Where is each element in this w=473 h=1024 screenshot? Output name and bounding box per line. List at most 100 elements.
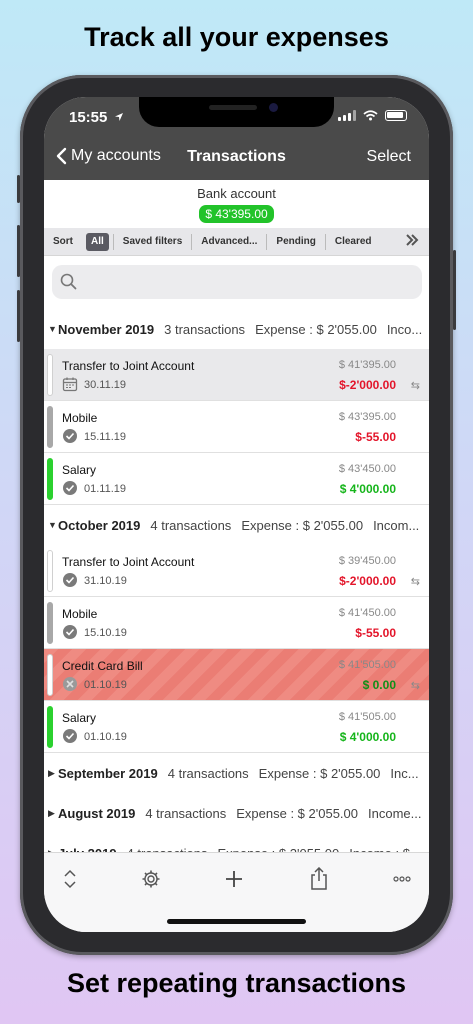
category-color-bar (47, 654, 53, 696)
transaction-date: 31.10.19 (84, 575, 127, 587)
group-header-september[interactable]: ▶ September 2019 4 transactions Expense … (44, 753, 429, 793)
transaction-date: 15.11.19 (84, 431, 127, 443)
transaction-name: Salary (62, 463, 97, 477)
status-time: 15:55 (69, 109, 124, 126)
transaction-row[interactable]: Mobile 15.11.19 $ 43'395.00 $-55.00 (44, 401, 429, 453)
home-indicator[interactable] (167, 919, 306, 924)
running-balance: $ 41'505.00 (338, 711, 396, 723)
transaction-amount: $-2'000.00 (339, 574, 396, 588)
transaction-row[interactable]: Transfer to Joint Account 31.10.19 $ 39'… (44, 545, 429, 597)
transaction-amount: $ 4'000.00 (339, 730, 396, 744)
category-color-bar (47, 354, 53, 396)
account-header: Bank account $ 43'395.00 (44, 180, 429, 228)
group-count: 4 transactions (150, 517, 232, 533)
transaction-name: Transfer to Joint Account (62, 359, 195, 373)
checkmark-circle-icon (63, 729, 77, 743)
running-balance: $ 41'395.00 (338, 359, 396, 371)
transaction-amount: $-55.00 (355, 626, 396, 640)
category-color-bar (47, 550, 53, 592)
cleared-filter[interactable]: Cleared (326, 234, 381, 250)
group-name: August 2019 (58, 805, 136, 821)
group-count: 3 transactions (164, 321, 246, 337)
checkmark-circle-icon (63, 481, 77, 495)
group-income: Incom... (373, 517, 420, 533)
status-indicators (338, 110, 407, 121)
sort-filter[interactable]: Sort (44, 234, 82, 250)
speaker (209, 105, 257, 110)
wifi-icon (363, 110, 378, 121)
group-name: October 2019 (58, 517, 141, 533)
running-balance: $ 43'450.00 (338, 463, 396, 475)
transfer-arrows-icon: ⇆ (410, 680, 420, 692)
bottom-caption: Set repeating transactions (66, 968, 407, 998)
front-camera (269, 103, 278, 112)
double-chevron-right-icon[interactable] (405, 233, 419, 249)
category-color-bar (47, 458, 53, 500)
more-icon[interactable] (387, 865, 417, 893)
transaction-amount: $ 4'000.00 (339, 482, 396, 496)
group-header-october[interactable]: ▼ October 2019 4 transactions Expense : … (44, 505, 429, 545)
group-header-november[interactable]: ▼ November 2019 3 transactions Expense :… (44, 309, 429, 349)
transaction-list: ▼ November 2019 3 transactions Expense :… (44, 309, 429, 873)
page-title-text: Transactions (187, 148, 286, 165)
calendar-icon (62, 377, 78, 392)
checkmark-circle-icon (63, 429, 77, 443)
group-income: Inco... (386, 321, 423, 337)
pending-filter[interactable]: Pending (267, 233, 326, 250)
transaction-name: Mobile (62, 607, 98, 621)
silent-switch (17, 175, 20, 203)
gear-icon[interactable] (136, 865, 166, 893)
checkmark-circle-icon (63, 625, 77, 639)
account-name: Bank account (197, 186, 276, 201)
transfer-arrows-icon: ⇆ (410, 576, 420, 588)
notch (139, 97, 334, 127)
running-balance: $ 39'450.00 (338, 555, 396, 567)
share-icon[interactable] (304, 865, 334, 893)
sort-arrows-icon[interactable] (55, 865, 85, 893)
transaction-name: Salary (62, 711, 97, 725)
checkmark-circle-icon (63, 573, 77, 587)
running-balance: $ 41'450.00 (338, 607, 396, 619)
volume-down-button (17, 290, 20, 342)
group-header-august[interactable]: ▶ August 2019 4 transactions Expense : $… (44, 793, 429, 833)
group-income: Inc... (390, 765, 419, 781)
transaction-row[interactable]: Mobile 15.10.19 $ 41'450.00 $-55.00 (44, 597, 429, 649)
power-button (453, 250, 456, 330)
transaction-name: Mobile (62, 411, 98, 425)
filter-bar: Sort All Saved filters Advanced... Pendi… (44, 228, 429, 256)
category-color-bar (47, 406, 53, 448)
advanced-filter[interactable]: Advanced... (192, 233, 268, 250)
plus-icon[interactable] (219, 865, 249, 893)
group-income: Income... (368, 805, 422, 821)
transaction-row[interactable]: Salary 01.10.19 $ 41'505.00 $ 4'000.00 (44, 701, 429, 753)
group-expense: Expense : $ 2'055.00 (258, 765, 381, 781)
group-expense: Expense : $ 2'055.00 (255, 321, 377, 337)
transaction-amount: $ 0.00 (362, 678, 396, 692)
volume-up-button (17, 225, 20, 277)
disclosure-down-icon: ▼ (48, 520, 57, 530)
group-expense: Expense : $ 2'055.00 (241, 517, 364, 533)
group-name: September 2019 (58, 765, 158, 781)
transaction-name: Credit Card Bill (62, 659, 143, 673)
all-filter[interactable]: All (86, 232, 109, 251)
transaction-row[interactable]: Transfer to Joint Account 30.11.19 $ 41'… (44, 349, 429, 401)
saved-filters[interactable]: Saved filters (112, 233, 193, 250)
battery-icon (385, 110, 407, 121)
search-input[interactable] (52, 265, 422, 299)
top-caption: Track all your expenses (84, 22, 389, 52)
group-count: 4 transactions (145, 805, 227, 821)
transaction-date: 01.10.19 (84, 731, 127, 743)
transaction-amount: $-2'000.00 (339, 378, 396, 392)
transaction-row[interactable]: Credit Card Bill 01.10.19 $ 41'505.00 $ … (44, 649, 429, 701)
cancel-circle-icon (63, 677, 77, 691)
disclosure-right-icon: ▶ (48, 807, 55, 818)
transaction-name: Transfer to Joint Account (62, 555, 195, 569)
category-color-bar (47, 706, 53, 748)
transaction-row[interactable]: Salary 01.11.19 $ 43'450.00 $ 4'000.00 (44, 453, 429, 505)
select-button[interactable]: Select (367, 148, 411, 166)
disclosure-down-icon: ▼ (48, 324, 57, 334)
location-arrow-icon (114, 113, 123, 121)
account-balance-badge: $ 43'395.00 (199, 205, 274, 223)
app-screen: 15:55 My accounts Transactions Select Ba… (44, 97, 429, 932)
group-count: 4 transactions (167, 765, 249, 781)
